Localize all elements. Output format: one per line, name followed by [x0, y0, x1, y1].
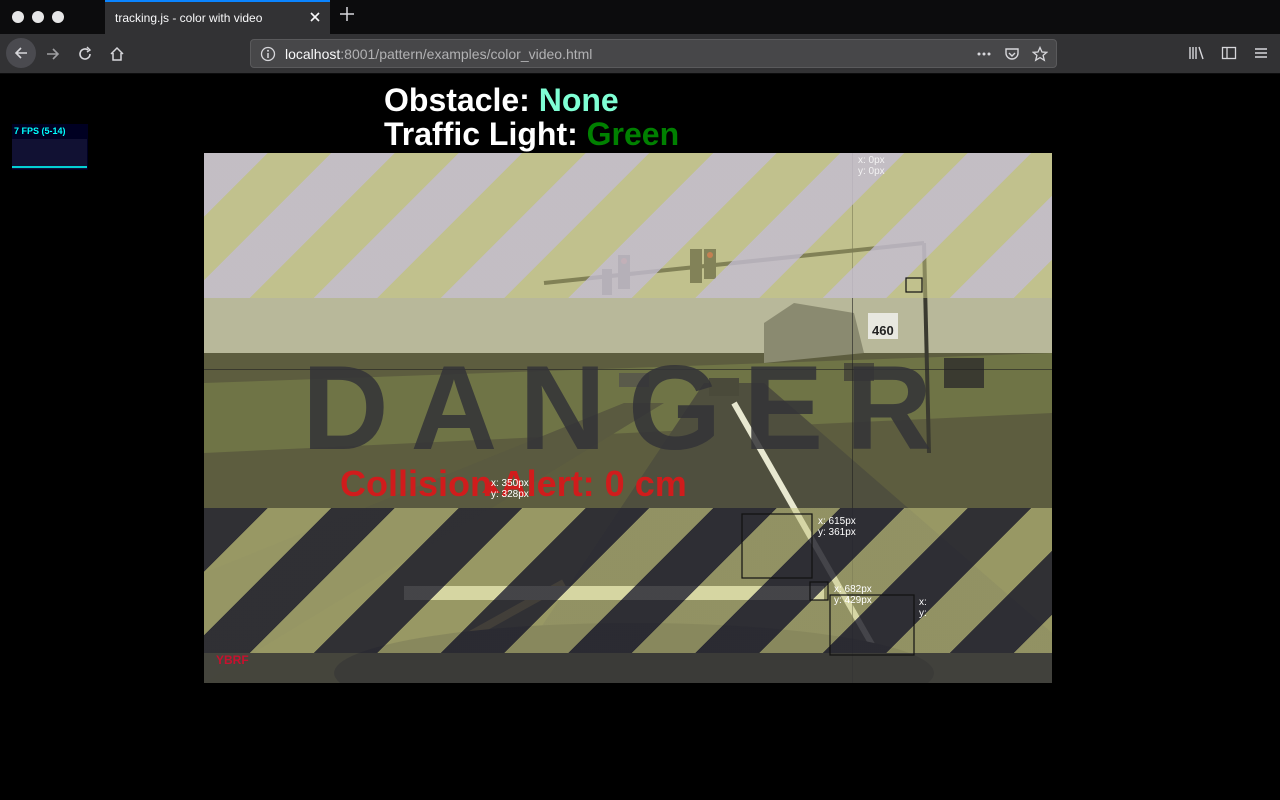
- coord-x: x: 0px: [858, 155, 885, 166]
- page-actions-icon[interactable]: [974, 44, 994, 64]
- tracking-coord: x: 615px y: 361px: [818, 516, 856, 538]
- traffic-light-separator: :: [567, 116, 587, 152]
- coord-y: y: 328px: [491, 489, 529, 500]
- url-host: localhost: [285, 46, 341, 62]
- close-window-dot[interactable]: [12, 11, 24, 23]
- coord-x: x: 350px: [491, 478, 529, 489]
- obstacle-label: Obstacle: [384, 82, 520, 118]
- obstacle-status: Obstacle: None: [384, 82, 619, 119]
- fps-stats-panel[interactable]: 7 FPS (5-14): [12, 124, 88, 170]
- close-tab-icon[interactable]: [308, 10, 322, 24]
- coord-y: y: 0px: [858, 166, 885, 177]
- coord-y: y: 361px: [818, 527, 856, 538]
- home-icon[interactable]: [105, 42, 129, 66]
- back-icon[interactable]: [6, 38, 36, 68]
- coord-x: x: 615px: [818, 516, 856, 527]
- bookmark-star-icon[interactable]: [1030, 44, 1050, 64]
- forward-icon[interactable]: [41, 42, 65, 66]
- tracking-coord: x: 350px y: 328px: [491, 478, 529, 500]
- coord-x: x: 682px: [834, 584, 872, 595]
- tab-bar: tracking.js - color with video: [0, 0, 1280, 34]
- obstacle-value: None: [538, 82, 619, 118]
- url-text[interactable]: localhost:8001/pattern/examples/color_vi…: [285, 46, 592, 62]
- reload-icon[interactable]: [73, 42, 97, 66]
- obstacle-separator: :: [519, 82, 539, 118]
- traffic-light-value: Green: [586, 116, 680, 152]
- tracking-coord: x: y:: [919, 597, 927, 619]
- tracking-coord: x: 0px y: 0px: [858, 155, 885, 177]
- video-watermark: YBRF: [216, 653, 249, 667]
- tracking-coord: x: 682px y: 429px: [834, 584, 872, 606]
- traffic-light-label: Traffic Light: [384, 116, 568, 152]
- traffic-light-status: Traffic Light: Green: [384, 116, 679, 153]
- tracked-box: [905, 277, 923, 293]
- video-feed[interactable]: 460 DANGER Collision Alert: 0 cm x: 0px …: [204, 153, 1052, 683]
- coord-y: y: 429px: [834, 595, 872, 606]
- coord-y: y:: [919, 608, 927, 619]
- library-icon[interactable]: [1186, 42, 1208, 64]
- minimize-window-dot[interactable]: [32, 11, 44, 23]
- page-content: 7 FPS (5-14) Obstacle: None Traffic Ligh…: [0, 74, 1280, 800]
- fps-graph-line: [12, 166, 87, 168]
- zoom-window-dot[interactable]: [52, 11, 64, 23]
- sidebar-icon[interactable]: [1218, 42, 1240, 64]
- navigation-toolbar: localhost:8001/pattern/examples/color_vi…: [0, 34, 1280, 74]
- coord-x: x:: [919, 597, 927, 608]
- active-tab[interactable]: tracking.js - color with video: [105, 0, 330, 34]
- fps-label: 7 FPS (5-14): [14, 126, 66, 136]
- new-tab-icon[interactable]: [338, 6, 356, 26]
- pocket-icon[interactable]: [1002, 44, 1022, 64]
- tab-title: tracking.js - color with video: [115, 11, 263, 25]
- site-info-icon[interactable]: [260, 46, 276, 67]
- tracked-box: [809, 581, 829, 601]
- fps-graph: [12, 139, 87, 169]
- url-path: :8001/pattern/examples/color_video.html: [340, 46, 593, 62]
- address-bar[interactable]: localhost:8001/pattern/examples/color_vi…: [250, 39, 1057, 68]
- tracked-box: [741, 513, 813, 579]
- menu-icon[interactable]: [1250, 42, 1272, 64]
